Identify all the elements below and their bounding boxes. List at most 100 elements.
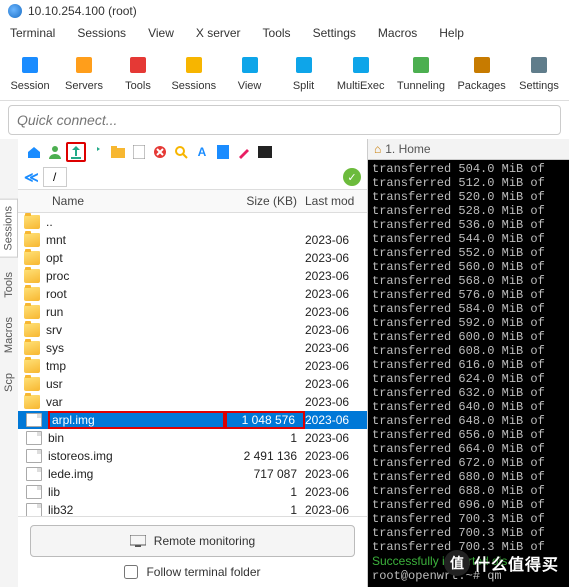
file-row[interactable]: istoreos.img2 491 1362023-06	[18, 447, 367, 465]
view-icon	[237, 52, 263, 78]
toolbar-servers[interactable]: Servers	[58, 50, 110, 94]
follow-terminal-checkbox[interactable]	[124, 565, 138, 579]
toolbar-split[interactable]: Split	[278, 50, 330, 94]
file-name: lede.img	[48, 467, 225, 481]
file-row[interactable]: opt2023-06	[18, 249, 367, 267]
folder-icon	[24, 323, 40, 337]
remote-monitoring-button[interactable]: Remote monitoring	[30, 525, 355, 557]
servers-icon	[71, 52, 97, 78]
terminal-icon[interactable]	[255, 142, 275, 162]
side-tab-sessions[interactable]: Sessions	[0, 199, 18, 258]
file-row[interactable]: lib12023-06	[18, 483, 367, 501]
toolbar-label: Sessions	[171, 80, 216, 92]
file-icon	[26, 449, 42, 463]
col-name[interactable]: Name	[24, 194, 225, 208]
file-row[interactable]: bin12023-06	[18, 429, 367, 447]
file-name: lib32	[48, 503, 225, 516]
menu-settings[interactable]: Settings	[313, 26, 356, 40]
folder-icon	[24, 377, 40, 391]
remote-monitoring-label: Remote monitoring	[154, 534, 255, 548]
toolbar-view[interactable]: View	[224, 50, 276, 94]
file-date: 2023-06	[305, 431, 361, 445]
file-row[interactable]: lib3212023-06	[18, 501, 367, 516]
gear-icon	[526, 52, 552, 78]
file-name: istoreos.img	[48, 449, 225, 463]
file-row[interactable]: sys2023-06	[18, 339, 367, 357]
menu-sessions[interactable]: Sessions	[77, 26, 126, 40]
file-row[interactable]: lede.img717 0872023-06	[18, 465, 367, 483]
toolbar-packages[interactable]: Packages	[452, 50, 511, 94]
new-folder-icon[interactable]	[108, 142, 128, 162]
side-tab-tools[interactable]: Tools	[0, 266, 18, 304]
col-size[interactable]: Size (KB)	[225, 194, 305, 208]
file-size: 1	[225, 431, 305, 445]
file-list[interactable]: ..mnt2023-06opt2023-06proc2023-06root202…	[18, 213, 367, 516]
back-chevrons-icon[interactable]: ≪	[24, 169, 39, 186]
file-size: 2 491 136	[225, 449, 305, 463]
file-row[interactable]: var2023-06	[18, 393, 367, 411]
toolbar-multiexec[interactable]: MultiExec	[332, 50, 390, 94]
file-icon	[26, 485, 42, 499]
side-tab-scp[interactable]: Scp	[0, 367, 18, 398]
file-date: 2023-06	[305, 449, 361, 463]
user-icon[interactable]	[45, 142, 65, 162]
file-row[interactable]: mnt2023-06	[18, 231, 367, 249]
file-row[interactable]: srv2023-06	[18, 321, 367, 339]
menu-macros[interactable]: Macros	[378, 26, 417, 40]
sftp-panel: A ≪ / ✓ Name Size (KB) Last mod ..mnt202…	[18, 139, 368, 587]
window-title: 10.10.254.100 (root)	[28, 4, 137, 18]
file-row[interactable]: arpl.img1 048 5762023-06	[18, 411, 367, 429]
paste-icon[interactable]	[213, 142, 233, 162]
brush-icon[interactable]	[234, 142, 254, 162]
search-icon[interactable]	[171, 142, 191, 162]
new-file-icon[interactable]	[129, 142, 149, 162]
terminal-output[interactable]: transferred 504.0 MiB of transferred 512…	[368, 160, 569, 587]
file-name: arpl.img	[48, 411, 225, 429]
file-name: ..	[46, 215, 225, 229]
side-tab-macros[interactable]: Macros	[0, 311, 18, 359]
path-input[interactable]: /	[43, 167, 67, 187]
file-row[interactable]: root2023-06	[18, 285, 367, 303]
menu-help[interactable]: Help	[439, 26, 464, 40]
file-row[interactable]: usr2023-06	[18, 375, 367, 393]
home-icon[interactable]	[24, 142, 44, 162]
toolbar-settings[interactable]: Settings	[513, 50, 565, 94]
file-row[interactable]: proc2023-06	[18, 267, 367, 285]
quick-connect-input[interactable]	[8, 105, 561, 135]
tools-icon	[125, 52, 151, 78]
delete-icon[interactable]	[150, 142, 170, 162]
terminal-tab[interactable]: 1. Home	[385, 142, 430, 156]
file-size: 717 087	[225, 467, 305, 481]
col-date[interactable]: Last mod	[305, 194, 361, 208]
folder-icon	[24, 251, 40, 265]
menu-x-server[interactable]: X server	[196, 26, 241, 40]
toolbar-tunneling[interactable]: Tunneling	[392, 50, 450, 94]
menu-tools[interactable]: Tools	[263, 26, 291, 40]
file-row[interactable]: tmp2023-06	[18, 357, 367, 375]
monitor-icon	[130, 535, 146, 547]
menu-terminal[interactable]: Terminal	[10, 26, 55, 40]
terminal-tabs: ⌂ 1. Home	[368, 139, 569, 160]
folder-icon	[24, 305, 40, 319]
multi-icon	[348, 52, 374, 78]
font-icon[interactable]: A	[192, 142, 212, 162]
file-row[interactable]: run2023-06	[18, 303, 367, 321]
file-list-header: Name Size (KB) Last mod	[18, 189, 367, 213]
file-name: opt	[46, 251, 225, 265]
file-name: sys	[46, 341, 225, 355]
toolbar-label: View	[238, 80, 262, 92]
file-name: root	[46, 287, 225, 301]
menu-view[interactable]: View	[148, 26, 174, 40]
sftp-toolbar: A	[18, 139, 367, 165]
toolbar-session[interactable]: Session	[4, 50, 56, 94]
file-name: var	[46, 395, 225, 409]
file-date: 2023-06	[305, 233, 361, 247]
file-row[interactable]: ..	[18, 213, 367, 231]
watermark: 值 什么值得买	[444, 550, 559, 576]
watermark-text: 什么值得买	[474, 551, 559, 575]
upload-icon[interactable]	[66, 142, 86, 162]
refresh-icon[interactable]	[87, 142, 107, 162]
toolbar-sessions[interactable]: Sessions	[166, 50, 222, 94]
toolbar-tools[interactable]: Tools	[112, 50, 164, 94]
toolbar-label: Session	[10, 80, 49, 92]
